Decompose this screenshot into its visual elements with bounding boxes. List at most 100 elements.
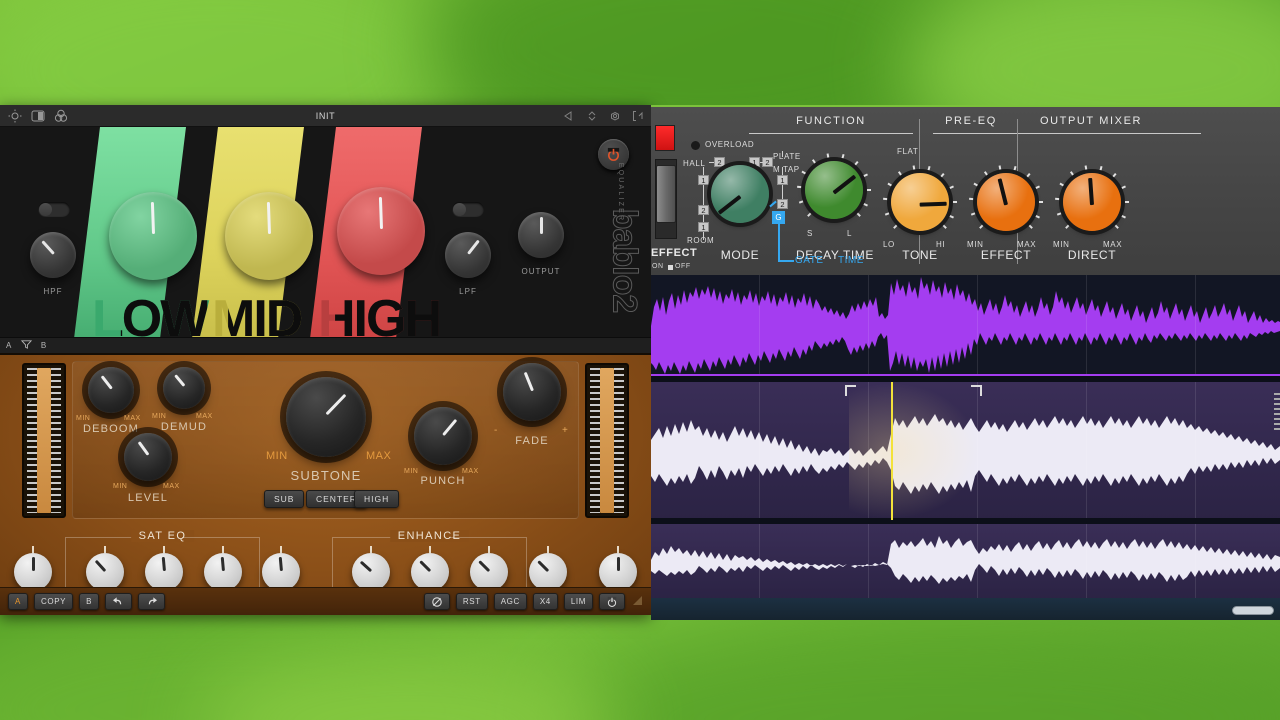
- playhead-cursor[interactable]: [891, 382, 893, 520]
- cut-knob[interactable]: [86, 553, 124, 591]
- undo-button[interactable]: [105, 593, 133, 610]
- effect-mix-knob[interactable]: [977, 173, 1035, 231]
- sat-low-knob[interactable]: [145, 553, 183, 591]
- matrix-square-2[interactable]: 1: [749, 157, 760, 167]
- purple-waveform-lane[interactable]: [651, 275, 1280, 378]
- direct-mix-knob[interactable]: [1063, 173, 1121, 231]
- mode-knob[interactable]: [711, 165, 769, 223]
- decay-time-knob[interactable]: [805, 161, 863, 219]
- tone-flat-label: FLAT: [897, 147, 919, 156]
- matrix-square-6[interactable]: 2: [698, 205, 709, 215]
- daw-bottom-strip: [651, 598, 1280, 620]
- level-min-label: MIN: [113, 483, 128, 490]
- high-band-knob[interactable]: [337, 187, 425, 275]
- fade-knob[interactable]: [503, 363, 561, 421]
- matrix-square-4[interactable]: 1: [698, 175, 709, 185]
- press-knob[interactable]: [352, 553, 390, 591]
- plugin-power-button[interactable]: [598, 139, 629, 170]
- tone-knob[interactable]: [891, 173, 949, 231]
- updown-arrows-icon[interactable]: [585, 109, 599, 123]
- sub-mode-button[interactable]: SUB: [264, 490, 305, 508]
- sat-high-knob[interactable]: [262, 553, 300, 591]
- punch-min-label: MIN: [404, 468, 419, 475]
- hpf-toggle-switch[interactable]: [38, 202, 70, 217]
- overload-label: OVERLOAD: [705, 140, 755, 149]
- undo-arrow-icon: [113, 597, 122, 605]
- white-waveform-2: [651, 536, 1280, 584]
- gate-badge[interactable]: G: [772, 211, 785, 224]
- equalizer-main-area: LOW MID HIGH HPF LOW MID HIGH LPF OUTPUT…: [0, 127, 651, 337]
- saturator-power-button[interactable]: [599, 593, 625, 610]
- redo-button[interactable]: [138, 593, 166, 610]
- depth-knob[interactable]: [470, 553, 508, 591]
- tone-label: TONE: [902, 248, 938, 262]
- split-view-icon[interactable]: [31, 109, 45, 123]
- selection-highlight: [849, 382, 979, 520]
- punch-knob[interactable]: [414, 407, 472, 465]
- low-band-knob[interactable]: [109, 192, 197, 280]
- brand-subtitle: EQUALIZER: [616, 162, 624, 223]
- in-knob[interactable]: [14, 553, 52, 591]
- heat-knob[interactable]: [411, 553, 449, 591]
- brackets-icon[interactable]: [631, 109, 645, 123]
- selection-start-marker[interactable]: [845, 385, 856, 396]
- out-knob[interactable]: [599, 553, 637, 591]
- high-mode-button[interactable]: HIGH: [354, 490, 400, 508]
- subtone-knob[interactable]: [286, 377, 366, 457]
- effect-fader-handle[interactable]: [656, 165, 676, 223]
- preset-a-slot-button[interactable]: A: [8, 593, 28, 610]
- matrix-wire-1: [709, 162, 714, 163]
- effect-switch-indicator[interactable]: [668, 265, 673, 270]
- matrix-square-7[interactable]: 2: [777, 199, 788, 209]
- preset-b-button[interactable]: B: [41, 341, 47, 350]
- plugin-titlebar: INIT: [0, 105, 651, 127]
- white-waveform-lane-2[interactable]: [651, 524, 1280, 600]
- phase-invert-button[interactable]: [423, 593, 450, 610]
- matrix-square-5[interactable]: 1: [777, 175, 788, 185]
- overload-led: [691, 141, 700, 150]
- matrix-square-8[interactable]: 1: [698, 222, 709, 232]
- phase-invert-icon: [432, 596, 442, 607]
- room-label: ROOM: [687, 236, 715, 245]
- matrix-wire-4: [703, 185, 704, 205]
- funnel-icon[interactable]: [20, 339, 32, 352]
- gate-text: GATE: [795, 255, 824, 266]
- direct-knob-label: DIRECT: [1067, 248, 1117, 262]
- level-label: LEVEL: [127, 492, 169, 504]
- agc-button[interactable]: AGC: [493, 593, 527, 610]
- limiter-button[interactable]: LIM: [563, 593, 593, 610]
- level-max-label: MAX: [163, 483, 180, 490]
- hpf-knob[interactable]: [30, 232, 76, 278]
- preset-a-button[interactable]: A: [6, 341, 12, 350]
- input-level-meter-left: [22, 363, 66, 518]
- venn-circles-icon[interactable]: [54, 109, 68, 123]
- deboom-knob[interactable]: [88, 367, 134, 413]
- reverb-effect-panel: EFFECT ON OFF FUNCTION PRE-EQ OUTPUT MIX…: [651, 105, 1280, 275]
- lpf-knob[interactable]: [445, 232, 491, 278]
- vertical-scroll-indicator[interactable]: [1274, 393, 1280, 433]
- sun-brightness-icon[interactable]: [8, 109, 22, 123]
- preset-b-slot-button[interactable]: B: [79, 593, 100, 610]
- plugin-preset-title: INIT: [315, 110, 336, 121]
- lpf-toggle-switch[interactable]: [452, 202, 484, 217]
- gate-wire-top: [769, 200, 777, 208]
- demud-knob[interactable]: [163, 367, 205, 409]
- matrix-wire-6: [703, 232, 704, 240]
- reset-button[interactable]: RST: [455, 593, 488, 610]
- mix-knob[interactable]: [529, 553, 567, 591]
- x4-oversampling-button[interactable]: X4: [532, 593, 558, 610]
- output-knob[interactable]: [518, 212, 564, 258]
- matrix-square-1[interactable]: 2: [714, 157, 725, 167]
- sat-mid-knob[interactable]: [204, 553, 242, 591]
- selection-end-marker[interactable]: [971, 385, 982, 396]
- resize-handle-icon[interactable]: [631, 593, 643, 611]
- playback-triangle-icon[interactable]: [562, 109, 576, 123]
- background-blur-5: [560, 620, 1280, 720]
- level-knob[interactable]: [124, 433, 172, 481]
- horizontal-scrollbar[interactable]: [1232, 606, 1274, 615]
- matrix-square-3[interactable]: 2: [762, 157, 773, 167]
- redo-arrow-icon: [148, 597, 158, 605]
- gear-icon[interactable]: [608, 109, 622, 123]
- copy-button[interactable]: COPY: [34, 593, 74, 610]
- mid-band-knob[interactable]: [225, 192, 313, 280]
